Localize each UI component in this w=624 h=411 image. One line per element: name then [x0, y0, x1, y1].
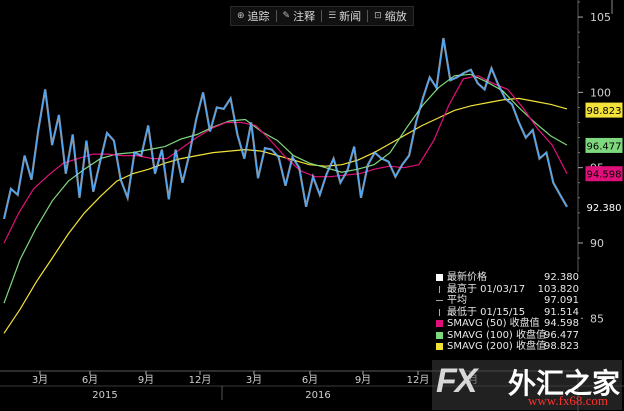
- zoom-button[interactable]: ⊡ 缩放: [368, 7, 413, 25]
- x-tick-label: 3月: [32, 374, 48, 386]
- price-tag-label: 92.380: [587, 203, 622, 214]
- annotate-button[interactable]: ✎ 注释: [277, 7, 322, 25]
- zoom-label: 缩放: [384, 10, 407, 23]
- price-tag-label: 94.598: [587, 170, 622, 181]
- legend-swatch: [436, 343, 443, 350]
- legend-label: 最新价格: [447, 272, 487, 283]
- news-label: 新闻: [339, 10, 362, 23]
- legend-swatch: [436, 274, 443, 281]
- fx168-watermark: FX 外汇之家 www.fx68.com: [432, 360, 622, 410]
- low-marker-icon: [439, 308, 440, 316]
- legend-label: SMAVG (50) 收盘值: [447, 318, 540, 329]
- x-tick-label: 3月: [246, 374, 262, 386]
- legend-swatch: [436, 320, 443, 327]
- average-marker-icon: [436, 300, 443, 301]
- x-year-label: 2015: [92, 390, 117, 401]
- y-tick-label: 100: [590, 86, 611, 99]
- news-button[interactable]: ☰ 新闻: [322, 7, 367, 25]
- crosshair-icon: ⊕: [237, 11, 245, 21]
- legend-value: 94.598: [544, 318, 579, 329]
- x-tick-label: 12月: [189, 374, 212, 386]
- legend-value: 103.820: [537, 283, 579, 295]
- price-tag-label: 96.477: [587, 141, 622, 152]
- legend-row-average: 平均 97.091: [433, 295, 581, 307]
- news-icon: ☰: [328, 11, 337, 21]
- track-label: 追踪: [247, 10, 270, 23]
- annotate-icon: ✎: [282, 11, 291, 21]
- annotate-label: 注释: [293, 10, 316, 23]
- chart-legend: 最新价格 92.380 最高于 01/03/17 103.820 平均 97.0…: [433, 272, 581, 368]
- price-tag-label: 98.823: [587, 106, 622, 117]
- x-tick-label: 12月: [407, 374, 430, 386]
- legend-row-low: 最低于 01/15/15 91.514: [433, 307, 581, 319]
- high-marker-icon: [439, 285, 440, 293]
- x-tick-label: 6月: [82, 374, 98, 386]
- legend-row-last-price: 最新价格 92.380: [433, 272, 581, 284]
- legend-label: 最低于 01/15/15: [447, 306, 526, 318]
- x-tick-label: 9月: [138, 374, 154, 386]
- y-tick-label: 90: [590, 237, 604, 250]
- y-tick-label: 105: [590, 11, 611, 24]
- x-year-label: 2016: [305, 390, 330, 401]
- legend-row-high: 最高于 01/03/17 103.820: [433, 284, 581, 296]
- legend-label: 最高于 01/03/17: [447, 283, 526, 295]
- legend-row-sma200: SMAVG (200) 收盘值 98.823: [433, 341, 581, 353]
- watermark-url: www.fx68.com: [528, 393, 609, 408]
- zoom-icon: ⊡: [374, 11, 382, 21]
- x-tick-label: 9月: [355, 374, 371, 386]
- legend-value: 91.514: [544, 306, 579, 318]
- x-tick-label: 6月: [302, 374, 318, 386]
- track-button[interactable]: ⊕ 追踪: [231, 7, 276, 25]
- y-tick-label: 85: [590, 312, 604, 325]
- chart-window: 8590951001053月6月9月12月3月6月9月12月3月20152016…: [0, 0, 624, 411]
- legend-value: 97.091: [544, 295, 579, 306]
- legend-swatch: [436, 331, 443, 339]
- legend-label: SMAVG (100) 收盘值: [447, 329, 547, 341]
- legend-label: SMAVG (200) 收盘值: [447, 341, 547, 352]
- legend-label: 平均: [447, 295, 467, 306]
- legend-value: 96.477: [544, 329, 579, 341]
- watermark-logo: FX: [436, 362, 477, 400]
- legend-value: 92.380: [544, 272, 579, 283]
- legend-value: 98.823: [544, 341, 579, 352]
- legend-row-sma50: SMAVG (50) 收盘值 94.598: [433, 318, 581, 330]
- chart-toolbar: ⊕ 追踪 ✎ 注释 ☰ 新闻 ⊡ 缩放: [230, 6, 414, 26]
- legend-row-sma100: SMAVG (100) 收盘值 96.477: [433, 330, 581, 342]
